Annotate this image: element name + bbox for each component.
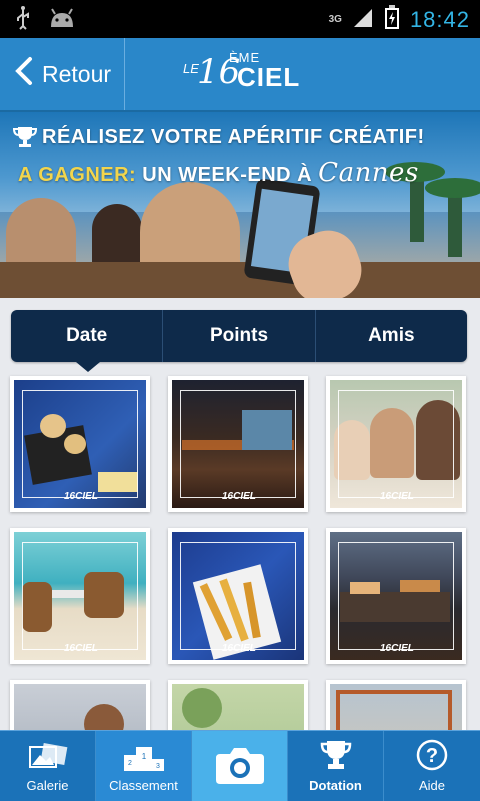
status-bar: 3G 18:42 [0, 0, 480, 38]
nav-aide[interactable]: ? Aide [384, 731, 480, 801]
gallery-photo[interactable]: 16CIEL [168, 376, 308, 512]
gallery-photo[interactable] [168, 680, 308, 730]
svg-text:2: 2 [128, 760, 132, 767]
back-button[interactable]: Retour [0, 38, 125, 110]
photo-watermark: 16CIEL [222, 491, 256, 502]
trophy-icon [319, 739, 353, 774]
svg-text:3: 3 [156, 763, 160, 770]
gallery-photo[interactable] [326, 680, 466, 730]
nav-aide-label: Aide [418, 778, 446, 793]
app-logo: LE 16 ÈME CIEL [183, 50, 303, 98]
banner-subline: A GAGNER: UN WEEK-END À Cannes [18, 158, 419, 188]
active-tab-indicator [76, 362, 100, 372]
photo-watermark: 16CIEL [380, 643, 414, 654]
app-header: Retour LE 16 ÈME CIEL [0, 38, 480, 112]
nav-classement[interactable]: 1 2 3 Classement [96, 731, 192, 801]
tab-points[interactable]: Points [163, 310, 316, 362]
svg-text:1: 1 [141, 752, 146, 761]
signal-icon [352, 5, 374, 34]
gallery-photo[interactable]: 16CIEL [326, 376, 466, 512]
tab-amis[interactable]: Amis [316, 310, 467, 362]
photo-watermark: 16CIEL [64, 643, 98, 654]
podium-icon: 1 2 3 [122, 745, 166, 774]
gallery-photo[interactable]: 16CIEL [10, 528, 150, 664]
gallery-icon [28, 743, 68, 774]
nav-dotation[interactable]: Dotation [288, 731, 384, 801]
nav-classement-label: Classement [109, 778, 178, 793]
camera-icon [214, 744, 266, 789]
nav-dotation-label: Dotation [309, 778, 362, 793]
svg-text:?: ? [426, 745, 438, 767]
banner-prize-prefix: A GAGNER: [18, 164, 137, 186]
nav-galerie-label: Galerie [26, 778, 69, 793]
gallery-photo[interactable]: 16CIEL [10, 376, 150, 512]
gallery-photo[interactable]: 16CIEL [326, 528, 466, 664]
photo-watermark: 16CIEL [380, 491, 414, 502]
help-icon: ? [416, 739, 448, 774]
banner-prize-text: UN WEEK-END À [142, 164, 313, 186]
banner-headline: RÉALISEZ VOTRE APÉRITIF CRÉATIF! [42, 126, 425, 148]
banner-prize-city: Cannes [318, 158, 419, 188]
photo-watermark: 16CIEL [64, 491, 98, 502]
trophy-icon [12, 124, 38, 155]
photo-gallery: 16CIEL 16CIEL 16CIEL 16CIEL 16CIEL 16CIE… [0, 374, 480, 730]
back-label: Retour [42, 60, 112, 87]
nav-galerie[interactable]: Galerie [0, 731, 96, 801]
photo-watermark: 16CIEL [222, 643, 256, 654]
logo-ciel: CIEL [237, 62, 301, 92]
promo-banner[interactable]: RÉALISEZ VOTRE APÉRITIF CRÉATIF! A GAGNE… [0, 112, 480, 298]
clock: 18:42 [409, 6, 470, 32]
bottom-navigation: Galerie 1 2 3 Classement Dotation ? Aide [0, 730, 480, 801]
android-icon [48, 7, 76, 34]
camera-button[interactable] [192, 731, 288, 801]
gallery-photo[interactable]: 16CIEL [168, 528, 308, 664]
usb-icon [14, 6, 32, 35]
gallery-photo[interactable] [10, 680, 150, 730]
network-type: 3G [328, 14, 342, 25]
tab-date[interactable]: Date [11, 310, 164, 362]
chevron-left-icon [0, 56, 42, 92]
sort-tabs: Date Points Amis [11, 310, 467, 362]
battery-icon [384, 4, 400, 35]
